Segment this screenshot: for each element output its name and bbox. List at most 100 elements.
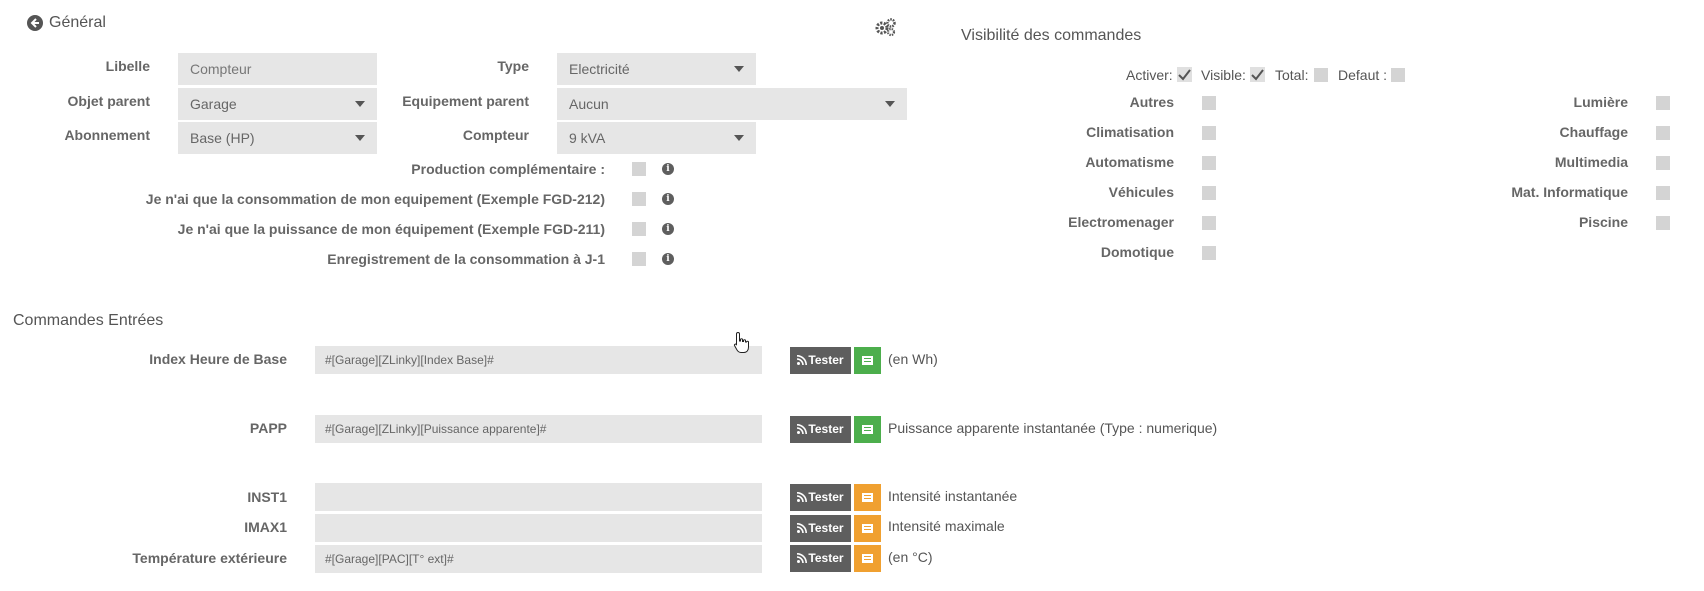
category-label: Automatisme [1085,154,1174,170]
visible-label: Visible: [1201,67,1246,83]
total-checkbox[interactable] [1314,68,1328,82]
category-checkbox[interactable] [1656,216,1670,230]
command-description: (en Wh) [888,351,938,367]
command-input[interactable] [315,483,762,511]
category-checkbox[interactable] [1656,96,1670,110]
tester-button[interactable]: Tester [790,416,851,443]
total-label: Total: [1275,67,1309,83]
rss-icon [797,424,808,435]
command-input[interactable]: #[Garage][ZLinky][Index Base]# [315,346,762,374]
category-label: Lumière [1573,94,1628,110]
enregistrement-j1-checkbox[interactable] [632,252,646,266]
command-label: IMAX1 [244,519,287,535]
category-checkbox[interactable] [1202,216,1216,230]
command-description: (en °C) [888,549,933,565]
category-checkbox[interactable] [1656,156,1670,170]
command-input[interactable] [315,514,762,542]
command-label: Index Heure de Base [149,351,287,367]
list-icon [862,554,873,563]
category-checkbox[interactable] [1202,186,1216,200]
objet-parent-select[interactable]: Garage [178,88,377,120]
defaut-checkbox[interactable] [1391,68,1405,82]
tester-button[interactable]: Tester [790,515,851,542]
back-icon[interactable] [27,15,43,31]
activer-checkbox[interactable] [1177,67,1192,82]
option-label: Je n'ai que la consommation de mon equip… [145,191,605,207]
history-button[interactable] [854,484,881,511]
category-label: Climatisation [1086,124,1174,140]
info-icon[interactable]: i [662,253,674,265]
libelle-input[interactable]: Compteur [178,53,377,85]
history-button[interactable] [854,416,881,443]
category-label: Véhicules [1108,184,1174,200]
tester-label: Tester [808,490,844,504]
list-icon [862,493,873,502]
command-description: Intensité instantanée [888,488,1018,504]
history-button[interactable] [854,347,881,374]
visible-checkbox[interactable] [1250,67,1265,82]
production-complementaire-checkbox[interactable] [632,162,646,176]
category-label: Electromenager [1068,214,1174,230]
abonnement-label: Abonnement [64,127,150,143]
history-button[interactable] [854,545,881,572]
command-input[interactable]: #[Garage][PAC][T° ext]# [315,545,762,573]
tester-button[interactable]: Tester [790,347,851,374]
type-label: Type [497,58,529,74]
category-label: Mat. Informatique [1511,184,1628,200]
consommation-equipement-checkbox[interactable] [632,192,646,206]
hand-cursor-icon [733,331,751,355]
tester-label: Tester [808,353,844,367]
compteur-label: Compteur [462,127,529,143]
tester-button[interactable]: Tester [790,545,851,572]
objet-parent-label: Objet parent [67,93,150,109]
compteur-select[interactable]: 9 kVA [557,122,756,154]
equipement-parent-select[interactable]: Aucun [557,88,907,120]
category-checkbox[interactable] [1202,126,1216,140]
commands-title: Commandes Entrées [13,312,164,329]
category-checkbox[interactable] [1656,126,1670,140]
command-description: Intensité maximale [888,518,1005,534]
category-label: Domotique [1100,244,1174,260]
category-label: Piscine [1578,214,1628,230]
rss-icon [797,355,808,366]
rss-icon [797,523,808,534]
info-icon[interactable]: i [662,163,674,175]
option-label: Je n'ai que la puissance de mon équipeme… [177,221,605,237]
command-input[interactable]: #[Garage][ZLinky][Puissance apparente]# [315,415,762,443]
category-label: Chauffage [1559,124,1628,140]
command-label: PAPP [249,420,287,436]
list-icon [862,425,873,434]
rss-icon [797,492,808,503]
option-label: Enregistrement de la consommation à J-1 [327,251,605,267]
category-checkbox[interactable] [1202,156,1216,170]
libelle-label: Libelle [105,58,150,74]
general-title: Général [49,14,106,31]
command-label: Température extérieure [132,550,287,566]
category-checkbox[interactable] [1656,186,1670,200]
tester-label: Tester [808,521,844,535]
defaut-label: Defaut : [1338,67,1388,83]
visibility-title: Visibilité des commandes [961,27,1142,44]
list-icon [862,524,873,533]
tester-button[interactable]: Tester [790,484,851,511]
category-checkbox[interactable] [1202,246,1216,260]
list-icon [862,356,873,365]
tester-label: Tester [808,422,844,436]
abonnement-select[interactable]: Base (HP) [178,122,377,154]
info-icon[interactable]: i [662,223,674,235]
equipement-parent-label: Equipement parent [402,93,529,109]
info-icon[interactable]: i [662,193,674,205]
advanced-config-icon[interactable] [874,17,898,37]
activer-label: Activer: [1126,67,1173,83]
command-label: INST1 [247,489,287,505]
option-label: Production complémentaire : [411,161,605,177]
puissance-equipement-checkbox[interactable] [632,222,646,236]
category-label: Autres [1129,94,1174,110]
category-label: Multimedia [1554,154,1628,170]
type-select[interactable]: Electricité [557,53,756,85]
tester-label: Tester [808,551,844,565]
category-checkbox[interactable] [1202,96,1216,110]
command-description: Puissance apparente instantanée (Type : … [888,420,1218,436]
history-button[interactable] [854,515,881,542]
rss-icon [797,553,808,564]
